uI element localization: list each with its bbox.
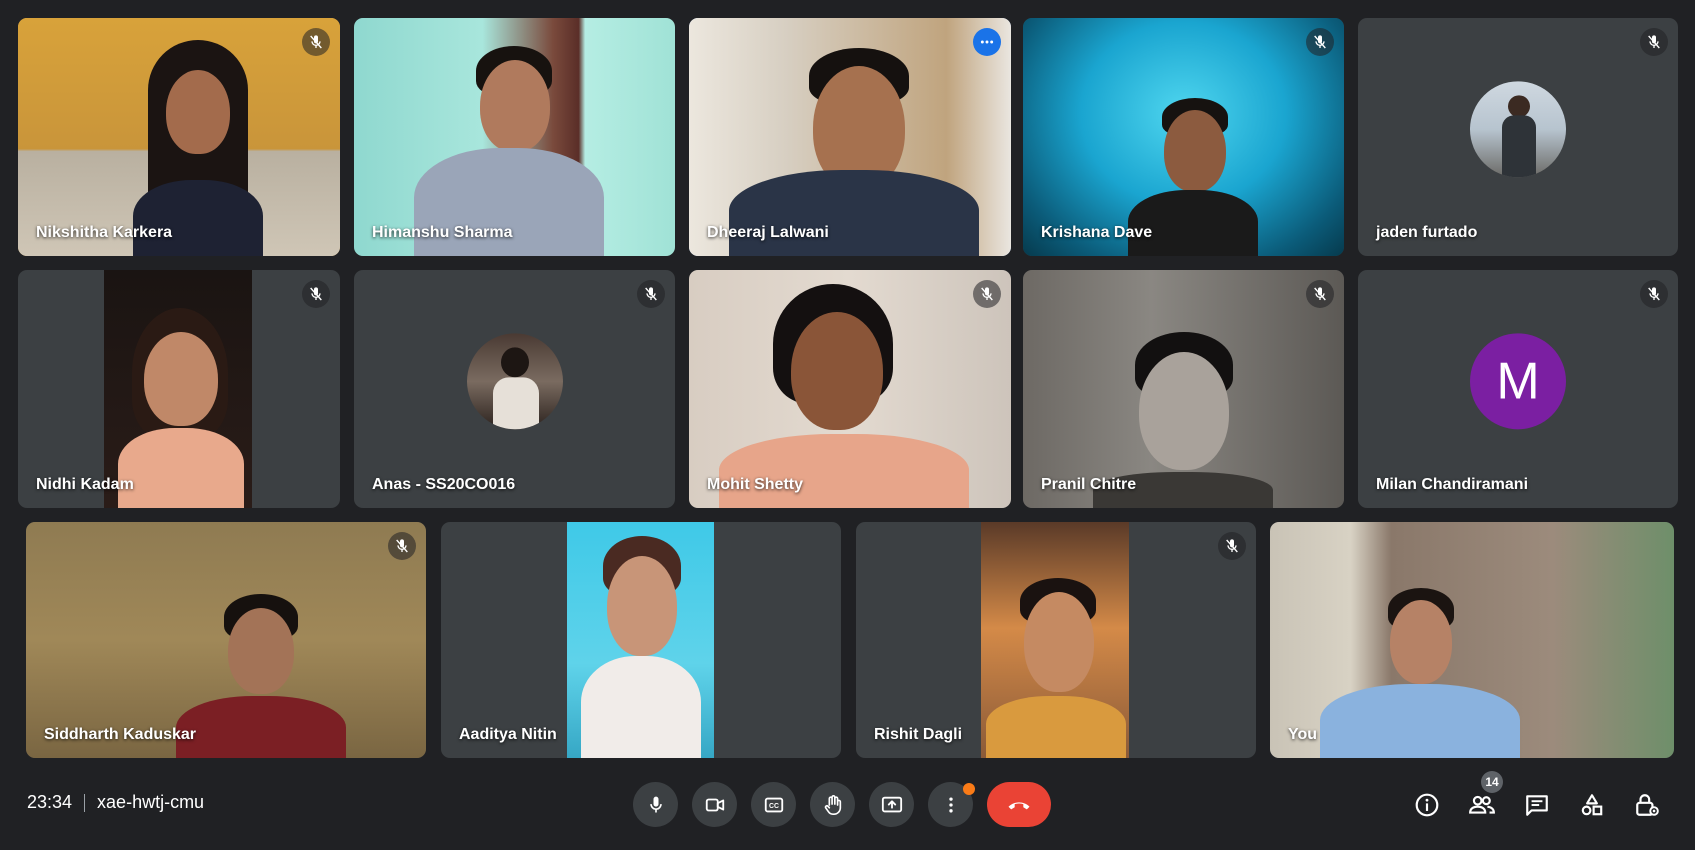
profile-avatar: [1470, 81, 1566, 178]
participant-name: Rishit Dagli: [874, 726, 963, 743]
participant-figure: [176, 594, 346, 758]
raise-hand-icon: [824, 794, 841, 815]
participant-tile[interactable]: Rishit Dagli: [856, 522, 1256, 758]
participant-name: Pranil Chitre: [1041, 476, 1137, 493]
camera-icon: [705, 798, 724, 811]
meeting-details-button[interactable]: [1409, 782, 1445, 827]
participant-tile[interactable]: jaden furtado: [1358, 18, 1678, 256]
meeting-info: 23:34 xae-hwtj-cmu: [27, 792, 204, 813]
muted-mic-icon: [973, 280, 1001, 308]
participant-name: jaden furtado: [1376, 224, 1478, 241]
participant-name: Anas - SS20CO016: [372, 476, 516, 493]
muted-mic-icon: [1306, 280, 1334, 308]
end-call-button[interactable]: [987, 782, 1051, 827]
more-options-button[interactable]: [928, 782, 975, 827]
svg-text:CC: CC: [769, 803, 779, 810]
microphone-icon: [649, 796, 662, 812]
more-options-icon[interactable]: [973, 28, 1001, 56]
camera-button[interactable]: [692, 782, 737, 827]
present-button[interactable]: [869, 782, 914, 827]
self-view-tile[interactable]: You: [1270, 522, 1674, 758]
participant-name: Dheeraj Lalwani: [707, 224, 829, 241]
info-icon: [1415, 793, 1439, 816]
participant-tile[interactable]: Krishana Dave: [1023, 18, 1344, 256]
chat-button[interactable]: [1519, 782, 1555, 827]
participant-tile[interactable]: Mohit Shetty: [689, 270, 1011, 508]
muted-mic-icon: [1640, 280, 1668, 308]
muted-mic-icon: [1218, 532, 1246, 560]
participant-figure: [1320, 588, 1520, 758]
divider: [84, 793, 86, 812]
present-screen-icon: [881, 796, 902, 812]
participant-name: Siddharth Kaduskar: [44, 726, 197, 743]
participant-tile[interactable]: Nikshitha Karkera: [18, 18, 340, 256]
participant-name: Nikshitha Karkera: [36, 224, 173, 241]
muted-mic-icon: [388, 532, 416, 560]
muted-mic-icon: [1306, 28, 1334, 56]
participant-tile[interactable]: Pranil Chitre: [1023, 270, 1344, 508]
participant-name: Milan Chandiramani: [1376, 476, 1529, 493]
participant-figure: [986, 578, 1126, 758]
activities-button[interactable]: [1574, 782, 1610, 827]
participant-name: Krishana Dave: [1041, 224, 1153, 241]
participant-figure: [719, 284, 969, 508]
closed-captions-icon: CC: [764, 797, 783, 812]
people-button[interactable]: 14: [1464, 771, 1503, 827]
host-controls-button[interactable]: [1629, 782, 1665, 827]
muted-mic-icon: [637, 280, 665, 308]
microphone-button[interactable]: [633, 782, 678, 827]
chat-icon: [1526, 794, 1548, 816]
participant-tile-speaking[interactable]: Dheeraj Lalwani: [689, 18, 1011, 256]
meeting-time: 23:34: [27, 792, 73, 812]
participant-name: Aaditya Nitin: [459, 726, 557, 743]
captions-button[interactable]: CC: [751, 782, 796, 827]
people-count-badge: 14: [1481, 771, 1503, 793]
bottom-bar: 23:34 xae-hwtj-cmu CC 14: [0, 770, 1695, 840]
raise-hand-button[interactable]: [810, 782, 855, 827]
initial-avatar: M: [1470, 333, 1566, 430]
participant-figure: [118, 308, 244, 508]
participant-tile[interactable]: Siddharth Kaduskar: [26, 522, 426, 758]
meeting-side-controls: 14: [1409, 771, 1665, 827]
participant-name: Himanshu Sharma: [372, 224, 513, 241]
participant-tile[interactable]: Nidhi Kadam: [18, 270, 340, 508]
end-call-icon: [1008, 801, 1030, 809]
participant-tile[interactable]: Aaditya Nitin: [441, 522, 841, 758]
more-options-icon: [948, 797, 953, 812]
participant-tile[interactable]: Anas - SS20CO016: [354, 270, 675, 508]
muted-mic-icon: [302, 280, 330, 308]
meeting-code[interactable]: xae-hwtj-cmu: [97, 792, 204, 813]
notification-dot: [963, 783, 975, 795]
host-controls-icon: [1636, 793, 1659, 816]
participant-tile[interactable]: M Milan Chandiramani: [1358, 270, 1678, 508]
muted-mic-icon: [302, 28, 330, 56]
participant-figure: [581, 536, 701, 758]
muted-mic-icon: [1640, 28, 1668, 56]
call-controls: CC: [633, 782, 1051, 827]
participant-name: Mohit Shetty: [707, 476, 803, 493]
profile-avatar: [466, 333, 563, 430]
participant-tile[interactable]: Himanshu Sharma: [354, 18, 675, 256]
activities-icon: [1581, 793, 1603, 815]
people-icon: [1469, 795, 1495, 814]
participant-name: Nidhi Kadam: [36, 476, 134, 493]
participant-name: You: [1288, 726, 1318, 743]
